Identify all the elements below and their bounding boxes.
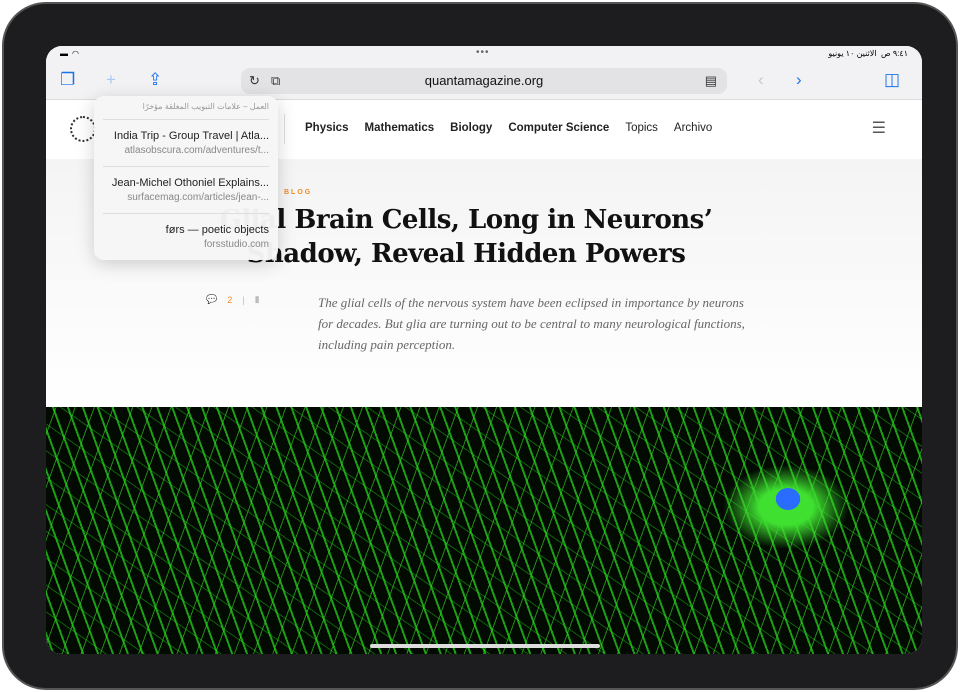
safari-toolbar: ❐ + ⇪ ↻ ⧉ quantamagazine.org ▤ ‹ › ◫ <box>46 62 922 100</box>
hero-image <box>46 407 922 654</box>
back-icon[interactable]: ‹ <box>758 70 764 90</box>
nav-biology[interactable]: Biology <box>450 122 492 134</box>
nav-archivo[interactable]: Archivo <box>674 122 712 134</box>
wifi-icon: ◠ <box>72 49 79 58</box>
quanta-logo[interactable] <box>70 116 96 142</box>
menu-icon[interactable]: ☰ <box>872 118 886 138</box>
multitasking-dots[interactable]: ••• <box>476 47 490 58</box>
menu-item[interactable]: Jean-Michel Othoniel Explains... surfacem… <box>103 167 269 214</box>
tabs-icon[interactable]: ❐ <box>60 70 75 90</box>
nav-computer-science[interactable]: Computer Science <box>508 122 609 134</box>
bookmark-icon[interactable]: ▮ <box>255 294 260 305</box>
menu-header: العمل – علامات التبويب المغلقة مؤخرًا <box>103 96 269 120</box>
article-meta: 💬 2 | ▮ <box>206 294 260 305</box>
status-time: ٩:٤١ ص <box>880 49 908 58</box>
site-nav: Physics Mathematics Biology Computer Sci… <box>305 122 712 134</box>
comment-count[interactable]: 2 <box>227 295 232 305</box>
battery-icon: ▬ <box>60 49 68 58</box>
comment-icon[interactable]: 💬 <box>206 294 217 305</box>
forward-icon[interactable]: › <box>796 70 802 90</box>
screen: ▬ ◠ ••• ٩:٤١ ص الاثنين ١٠ يونيو ❐ + ⇪ ↻ ⧉… <box>46 46 922 654</box>
reload-icon[interactable]: ↻ <box>249 68 260 94</box>
article-title: Glial Brain Cells, Long in Neurons’ Shad… <box>219 205 713 269</box>
reader-icon[interactable]: ▤ <box>705 68 717 94</box>
status-bar: ▬ ◠ ••• ٩:٤١ ص الاثنين ١٠ يونيو <box>46 46 922 62</box>
menu-item[interactable]: førs — poetic objects forsstudio.com <box>103 214 269 261</box>
sidebar-icon[interactable]: ◫ <box>884 70 900 90</box>
nav-topics[interactable]: Topics <box>625 122 658 134</box>
article-dek: The glial cells of the nervous system ha… <box>318 295 745 352</box>
new-tab-icon[interactable]: + <box>106 70 116 90</box>
address-bar[interactable]: ↻ ⧉ quantamagazine.org ▤ <box>241 68 727 94</box>
url-text: quantamagazine.org <box>424 73 544 88</box>
nav-mathematics[interactable]: Mathematics <box>364 122 434 134</box>
kicker[interactable]: BLOG <box>284 189 312 196</box>
home-indicator <box>370 644 600 648</box>
status-date: الاثنين ١٠ يونيو <box>828 49 877 58</box>
nav-physics[interactable]: Physics <box>305 122 348 134</box>
recently-closed-tabs-menu: العمل – علامات التبويب المغلقة مؤخرًا In… <box>94 96 278 260</box>
share-icon[interactable]: ⇪ <box>148 70 162 90</box>
menu-item[interactable]: India Trip - Group Travel | Atla... atlas… <box>103 120 269 167</box>
ipad-frame: ▬ ◠ ••• ٩:٤١ ص الاثنين ١٠ يونيو ❐ + ⇪ ↻ ⧉… <box>2 2 958 690</box>
extension-icon[interactable]: ⧉ <box>271 68 280 94</box>
divider <box>284 114 285 144</box>
